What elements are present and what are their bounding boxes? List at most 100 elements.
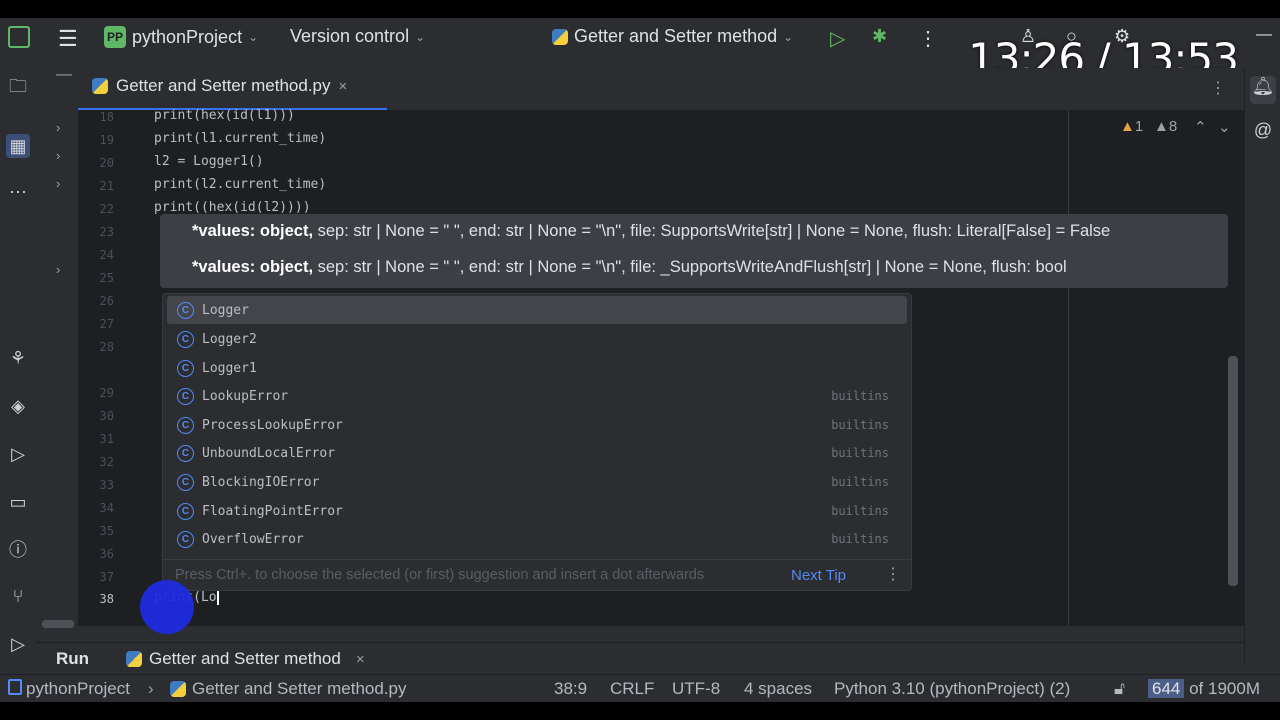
window-control-icon[interactable]: — [1256,26,1272,44]
left-tool-strip: 🗀 ▦ ⋯ ⚘ ◈ ▷ ▭ ⓘ ⑂ ▷ [0,58,37,662]
file-encoding[interactable]: UTF-8 [672,679,720,699]
layers-icon[interactable]: ◈ [6,394,30,418]
python-interpreter[interactable]: Python 3.10 (pythonProject) (2) [834,679,1070,699]
indent-setting[interactable]: 4 spaces [744,679,812,699]
class-icon: C [177,387,194,405]
debug-icon[interactable]: ✱ [872,26,887,47]
caret-position[interactable]: 38:9 [554,679,587,699]
breadcrumb-project[interactable]: pythonProject [8,679,130,699]
completion-item[interactable]: C Logger2 [167,325,907,353]
close-icon[interactable]: × [356,651,365,668]
run-config-label: Getter and Setter method [574,26,778,46]
param-signature-bold: *values: object, [192,258,314,276]
completion-item[interactable]: C Logger [167,296,907,324]
horizontal-scrollbar[interactable] [42,620,74,628]
completion-item-name: Logger [202,302,249,318]
completion-item[interactable]: C OverflowError builtins [167,525,907,553]
expand-arrow-icon[interactable]: › [56,176,60,191]
project-panel-strip: — › › › › [36,58,78,662]
version-control-menu[interactable]: Version control ⌄ [290,26,425,47]
completion-item-name: ProcessLookupError [202,417,343,433]
class-icon: C [177,301,194,319]
prev-highlight-icon[interactable]: ⌃ [1194,118,1207,136]
completion-item-source: builtins [831,446,889,460]
completion-item[interactable]: C BlockingIOError builtins [167,468,907,496]
completion-item-name: Logger2 [202,331,257,347]
class-icon: C [177,416,194,434]
expand-arrow-icon[interactable]: › [56,262,60,277]
more-tools-icon[interactable]: ⋯ [6,180,30,204]
git-icon[interactable]: ⑂ [6,584,30,608]
line-separator[interactable]: CRLF [610,679,654,699]
ai-assistant-icon[interactable]: @ [1251,120,1275,144]
app-icon[interactable] [8,26,30,48]
run-icon[interactable]: ▷ [830,26,845,51]
right-margin-guide [1068,110,1069,626]
completion-item[interactable]: C FloatingPointError builtins [167,497,907,525]
cursor-highlight-dot [140,580,194,634]
notifications-icon[interactable]: 🔔︎ [1250,76,1276,104]
run-panel-header: Run Getter and Setter method × [36,642,1244,675]
python-icon [552,28,568,45]
tip-options-icon[interactable]: ⋮ [885,564,901,584]
version-control-label: Version control [290,26,410,46]
line-number: 18 [99,110,114,124]
project-switcher[interactable]: PP pythonProject ⌄ [104,26,258,48]
chevron-down-icon: ⌄ [415,29,426,44]
problems-icon[interactable]: ⓘ [6,538,30,562]
class-icon: C [177,502,194,520]
line-number: 31 [99,432,114,446]
memory-indicator[interactable]: 644 of 1900M [1148,679,1260,699]
completion-item[interactable]: C ProcessLookupError builtins [167,411,907,439]
services-icon[interactable]: ▷ [6,442,30,466]
memory-used: 644 [1148,679,1185,698]
param-signature-1: *values: object, sep: str | None = " ", … [192,222,1110,241]
line-number: 24 [99,248,114,262]
next-tip-link[interactable]: Next Tip [791,567,846,584]
chevron-down-icon: ⌄ [783,29,794,44]
line-number: 36 [99,547,114,561]
weak-warnings-indicator[interactable]: ▲8 [1154,118,1177,135]
class-icon: C [177,330,194,348]
completion-tip-bar: Press Ctrl+. to choose the selected (or … [163,559,911,590]
completion-item[interactable]: C UnboundLocalError builtins [167,439,907,467]
minimize-icon[interactable]: — [56,66,72,84]
run-tab[interactable]: Getter and Setter method × [126,649,365,669]
structure-icon[interactable]: ▦ [6,134,30,158]
terminal-icon[interactable]: ▭ [6,490,30,514]
tip-text: Press Ctrl+. to choose the selected (or … [175,567,705,583]
lock-icon[interactable]: 🔓︎ [1114,679,1125,699]
line-number: 21 [99,179,114,193]
module-icon [8,679,22,695]
completion-item[interactable]: C Logger1 [167,354,907,382]
warnings-indicator[interactable]: ▲1 [1120,118,1143,135]
line-number: 37 [99,570,114,584]
right-tool-strip: 🔔︎ @ [1244,68,1280,662]
completion-item-source: builtins [831,532,889,546]
vertical-scrollbar[interactable] [1228,356,1238,586]
python-console-icon[interactable]: ⚘ [6,346,30,370]
status-bar: pythonProject › Getter and Setter method… [0,674,1280,702]
completion-item[interactable]: C LookupError builtins [167,382,907,410]
close-icon[interactable]: × [339,78,348,95]
next-highlight-icon[interactable]: ⌄ [1218,118,1231,136]
param-signature-rest: sep: str | None = " ", end: str | None =… [313,258,1067,276]
code-line: l2 = Logger1() [154,154,264,169]
tab-getter-setter[interactable]: Getter and Setter method.py × [92,76,347,96]
more-actions-icon[interactable]: ⋮ [918,26,938,51]
run-tool-icon[interactable]: ▷ [6,632,30,656]
code-line: print(hex(id(l1))) [154,108,295,123]
tab-options-icon[interactable]: ⋮ [1210,78,1226,98]
project-folder-icon[interactable]: 🗀 [6,74,30,98]
main-menu-icon[interactable]: ☰ [58,26,78,52]
current-line-number: 38 [99,592,114,606]
weak-warnings-count: 8 [1168,118,1178,135]
expand-arrow-icon[interactable]: › [56,148,60,163]
run-config-selector[interactable]: Getter and Setter method ⌄ [552,26,793,47]
breadcrumb-file[interactable]: Getter and Setter method.py [170,679,407,699]
python-file-icon [170,681,186,697]
line-number-gutter: 18 19 20 21 22 23 24 25 26 27 28 29 30 3… [78,110,142,626]
expand-arrow-icon[interactable]: › [56,120,60,135]
run-tab-label: Getter and Setter method [149,649,341,668]
class-icon: C [177,359,194,377]
